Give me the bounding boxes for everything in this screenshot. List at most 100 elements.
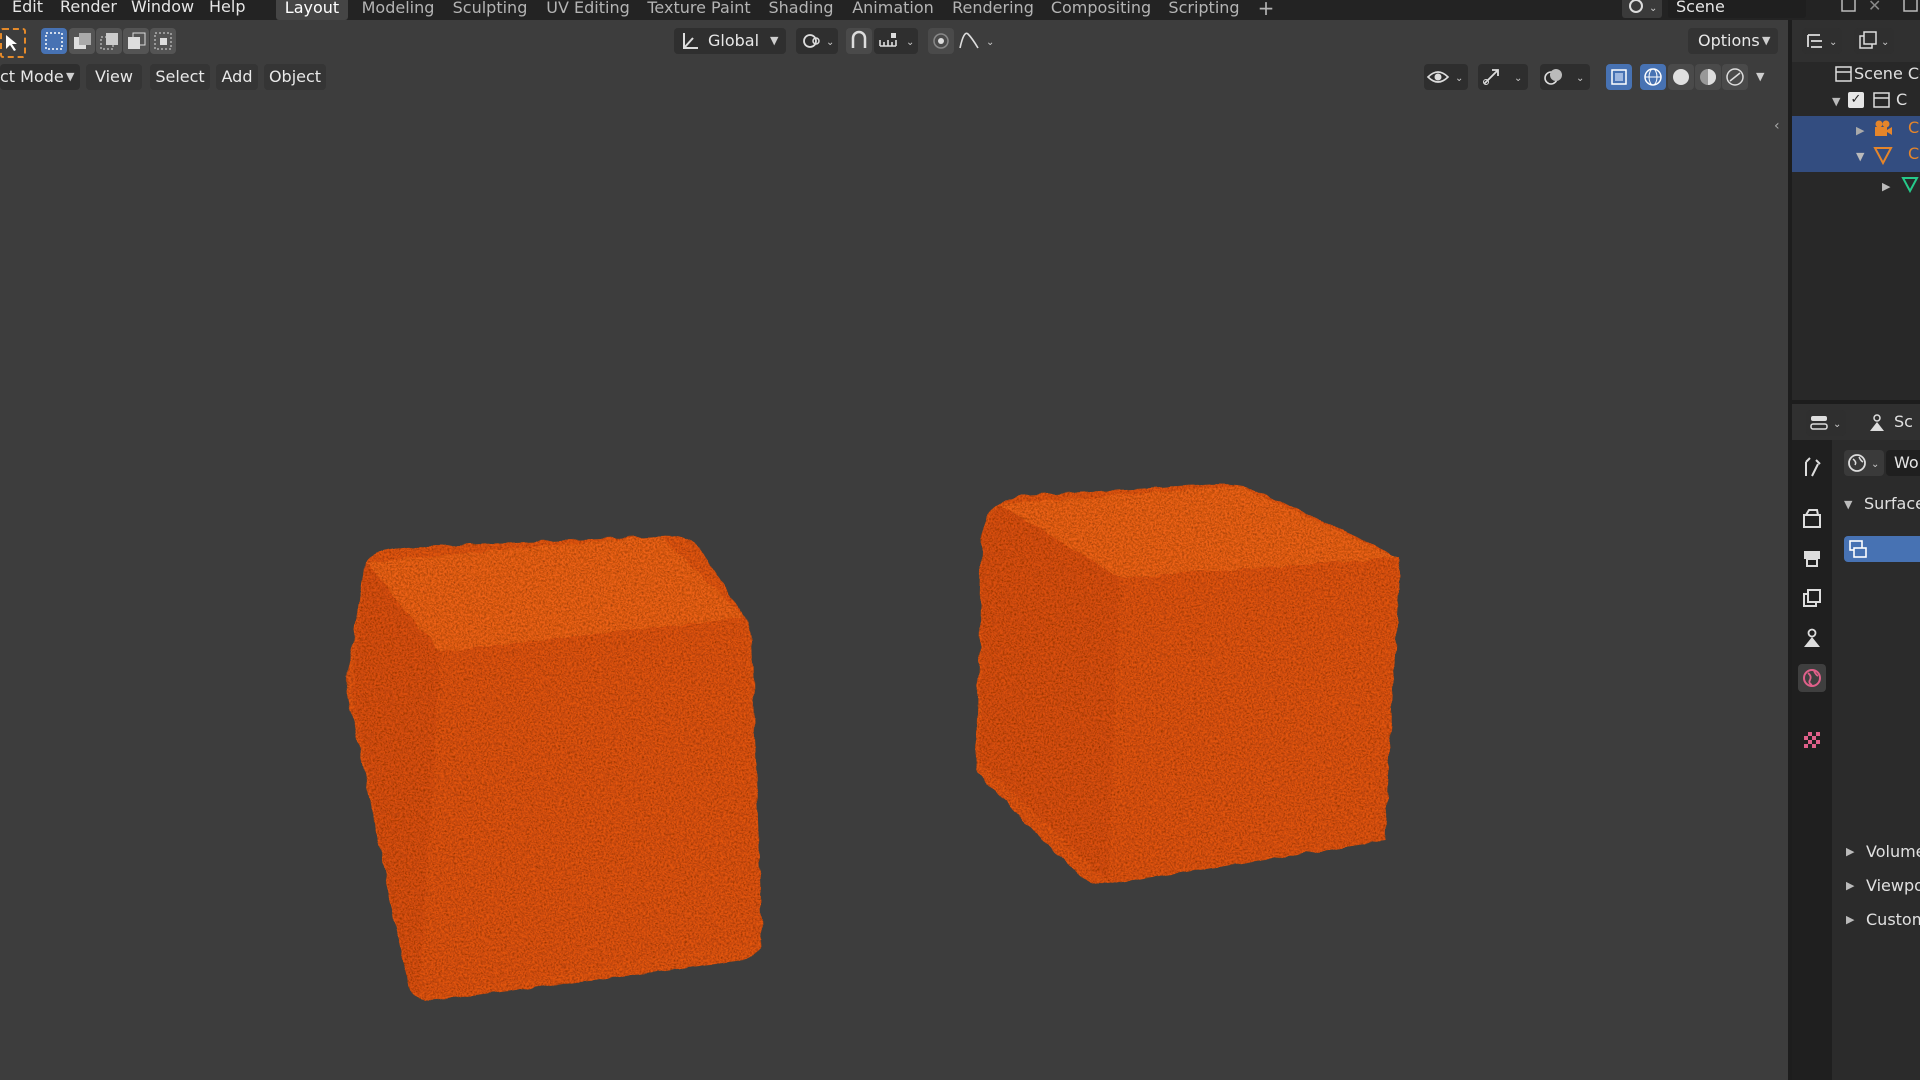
surface-panel-collapse-icon[interactable]: ▼ bbox=[1844, 498, 1852, 511]
svg-text:⌄: ⌄ bbox=[1455, 73, 1463, 84]
custom-properties-panel-header[interactable]: Custom bbox=[1866, 910, 1920, 929]
expand-triangle-icon[interactable]: ▶ bbox=[1882, 180, 1890, 193]
viewport-panel-expand-icon[interactable]: ▶ bbox=[1846, 879, 1854, 892]
viewport-display-panel-header[interactable]: Viewpo bbox=[1866, 876, 1920, 895]
mode-dropdown[interactable]: ct Mode ▼ bbox=[0, 64, 80, 90]
outliner-icon: ⌄ bbox=[1807, 34, 1837, 48]
wireframe-shading-icon[interactable] bbox=[1640, 64, 1666, 90]
proportional-editing-icon[interactable] bbox=[928, 28, 954, 54]
delete-scene-icon[interactable]: ✕ bbox=[1868, 0, 1890, 18]
svg-text:⌄: ⌄ bbox=[1871, 459, 1879, 470]
menu-view[interactable]: View bbox=[86, 64, 142, 90]
expand-triangle-icon[interactable]: ▶ bbox=[1856, 124, 1864, 137]
add-workspace-icon[interactable]: + bbox=[1252, 0, 1280, 20]
snap-toggle-icon[interactable] bbox=[846, 28, 872, 54]
transform-orientation-dropdown[interactable]: Global ▼ bbox=[674, 28, 786, 54]
tab-layout[interactable]: Layout bbox=[276, 0, 348, 20]
mesh-object-label[interactable]: C bbox=[1908, 144, 1919, 163]
xray-toggle-icon[interactable] bbox=[1606, 64, 1632, 90]
snap-increment-icon: ⌄ bbox=[879, 33, 914, 48]
volume-panel-expand-icon[interactable]: ▶ bbox=[1846, 845, 1854, 858]
camera-object-icon[interactable] bbox=[1872, 118, 1894, 145]
svg-text:⌄: ⌄ bbox=[906, 37, 914, 48]
snap-target-dropdown[interactable]: ⌄ bbox=[874, 28, 918, 54]
expand-triangle-icon[interactable]: ▼ bbox=[1856, 150, 1864, 163]
menu-add[interactable]: Add bbox=[216, 64, 258, 90]
menu-render[interactable]: Render bbox=[60, 0, 117, 18]
volume-panel-header[interactable]: Volume bbox=[1866, 842, 1920, 861]
scene-data-icon bbox=[1866, 412, 1888, 439]
world-tab-icon[interactable] bbox=[1798, 664, 1826, 692]
properties-editor-type-dropdown[interactable]: ⌄ bbox=[1806, 410, 1846, 436]
chevron-down-icon: ▼ bbox=[1762, 34, 1771, 47]
render-tab-icon[interactable] bbox=[1798, 505, 1826, 533]
svg-text:⌄: ⌄ bbox=[1833, 419, 1841, 430]
tab-modeling[interactable]: Modeling bbox=[356, 0, 440, 20]
texture-tab-icon[interactable] bbox=[1798, 726, 1826, 754]
tab-compositing[interactable]: Compositing bbox=[1048, 0, 1154, 20]
overlays-icon: ⌄ bbox=[1544, 69, 1584, 85]
exclude-checkbox[interactable]: ✓ bbox=[1848, 92, 1864, 108]
output-tab-icon[interactable] bbox=[1798, 544, 1826, 572]
fuzzy-cube-left[interactable] bbox=[346, 535, 762, 1001]
select-mode-extend-icon[interactable] bbox=[69, 28, 95, 54]
new-scene-icon[interactable] bbox=[1838, 0, 1860, 18]
custom-properties-expand-icon[interactable]: ▶ bbox=[1846, 913, 1854, 926]
outliner-editor-type-dropdown[interactable]: ⌄ bbox=[1802, 28, 1842, 54]
tab-texture-paint[interactable]: Texture Paint bbox=[644, 0, 754, 20]
world-name-field[interactable]: Wo bbox=[1886, 450, 1920, 476]
rendered-shading-icon[interactable] bbox=[1722, 64, 1748, 90]
menu-select[interactable]: Select bbox=[150, 64, 210, 90]
select-mode-invert-icon[interactable] bbox=[123, 28, 149, 54]
gizmo-dropdown[interactable]: ⌄ bbox=[1478, 64, 1528, 90]
menu-window[interactable]: Window bbox=[131, 0, 194, 18]
properties-header: ⌄ Sc bbox=[1792, 404, 1920, 440]
options-dropdown[interactable]: Options ▼ bbox=[1688, 28, 1778, 54]
svg-text:⌄: ⌄ bbox=[1881, 37, 1889, 48]
material-preview-icon[interactable] bbox=[1695, 64, 1721, 90]
collection-icon bbox=[1872, 90, 1892, 115]
menu-object[interactable]: Object bbox=[264, 64, 326, 90]
scene-name-field[interactable]: Scene bbox=[1668, 0, 1806, 18]
fuzzy-cube-right[interactable] bbox=[975, 484, 1400, 885]
tab-rendering[interactable]: Rendering bbox=[948, 0, 1038, 20]
scene-tab-label: Sc bbox=[1894, 412, 1913, 431]
view-layer-icon[interactable] bbox=[1898, 0, 1920, 18]
camera-object-label[interactable]: C bbox=[1908, 118, 1919, 137]
shading-options-chevron-icon[interactable]: ▼ bbox=[1756, 70, 1764, 83]
sidebar-toggle-icon[interactable]: ‹ bbox=[1774, 118, 1780, 134]
surface-node-field[interactable] bbox=[1844, 536, 1920, 562]
visibility-dropdown[interactable]: ⌄ bbox=[1424, 64, 1468, 90]
scene-tab-icon[interactable] bbox=[1798, 624, 1826, 652]
pivot-point-dropdown[interactable]: ⌄ bbox=[796, 28, 838, 54]
tab-animation[interactable]: Animation bbox=[848, 0, 938, 20]
collection-label: C bbox=[1896, 90, 1908, 109]
select-mode-subtract-icon[interactable] bbox=[96, 28, 122, 54]
3d-viewport[interactable]: ‹ bbox=[0, 92, 1788, 1080]
svg-text:⌄: ⌄ bbox=[1576, 73, 1584, 84]
menu-help[interactable]: Help bbox=[209, 0, 245, 18]
select-mode-intersect-icon[interactable] bbox=[150, 28, 176, 54]
tab-uv-editing[interactable]: UV Editing bbox=[542, 0, 634, 20]
falloff-dropdown[interactable]: ⌄ bbox=[956, 28, 1000, 54]
select-mode-set-icon[interactable] bbox=[41, 28, 67, 54]
menu-edit[interactable]: Edit bbox=[12, 0, 43, 18]
tab-scripting[interactable]: Scripting bbox=[1164, 0, 1244, 20]
tool-tab-icon[interactable] bbox=[1798, 454, 1826, 482]
world-browse-dropdown[interactable]: ⌄ bbox=[1844, 450, 1884, 476]
mesh-object-icon[interactable] bbox=[1872, 144, 1894, 171]
view-layer-icon: ⌄ bbox=[1859, 31, 1889, 49]
expand-triangle-icon[interactable]: ▼ bbox=[1832, 95, 1840, 108]
tab-sculpting[interactable]: Sculpting bbox=[448, 0, 532, 20]
mesh-data-icon[interactable] bbox=[1900, 174, 1920, 199]
select-tool-icon[interactable] bbox=[0, 28, 26, 58]
node-tree-icon bbox=[1849, 540, 1867, 558]
overlays-dropdown[interactable]: ⌄ bbox=[1540, 64, 1590, 90]
scene-browse-button[interactable]: ⌄ bbox=[1622, 0, 1662, 18]
view-layer-tab-icon[interactable] bbox=[1798, 584, 1826, 612]
tab-shading[interactable]: Shading bbox=[762, 0, 840, 20]
display-mode-dropdown[interactable]: ⌄ bbox=[1854, 28, 1894, 54]
svg-text:⌄: ⌄ bbox=[1649, 3, 1657, 14]
solid-shading-icon[interactable] bbox=[1668, 64, 1694, 90]
surface-panel-header[interactable]: Surface bbox=[1864, 494, 1920, 513]
